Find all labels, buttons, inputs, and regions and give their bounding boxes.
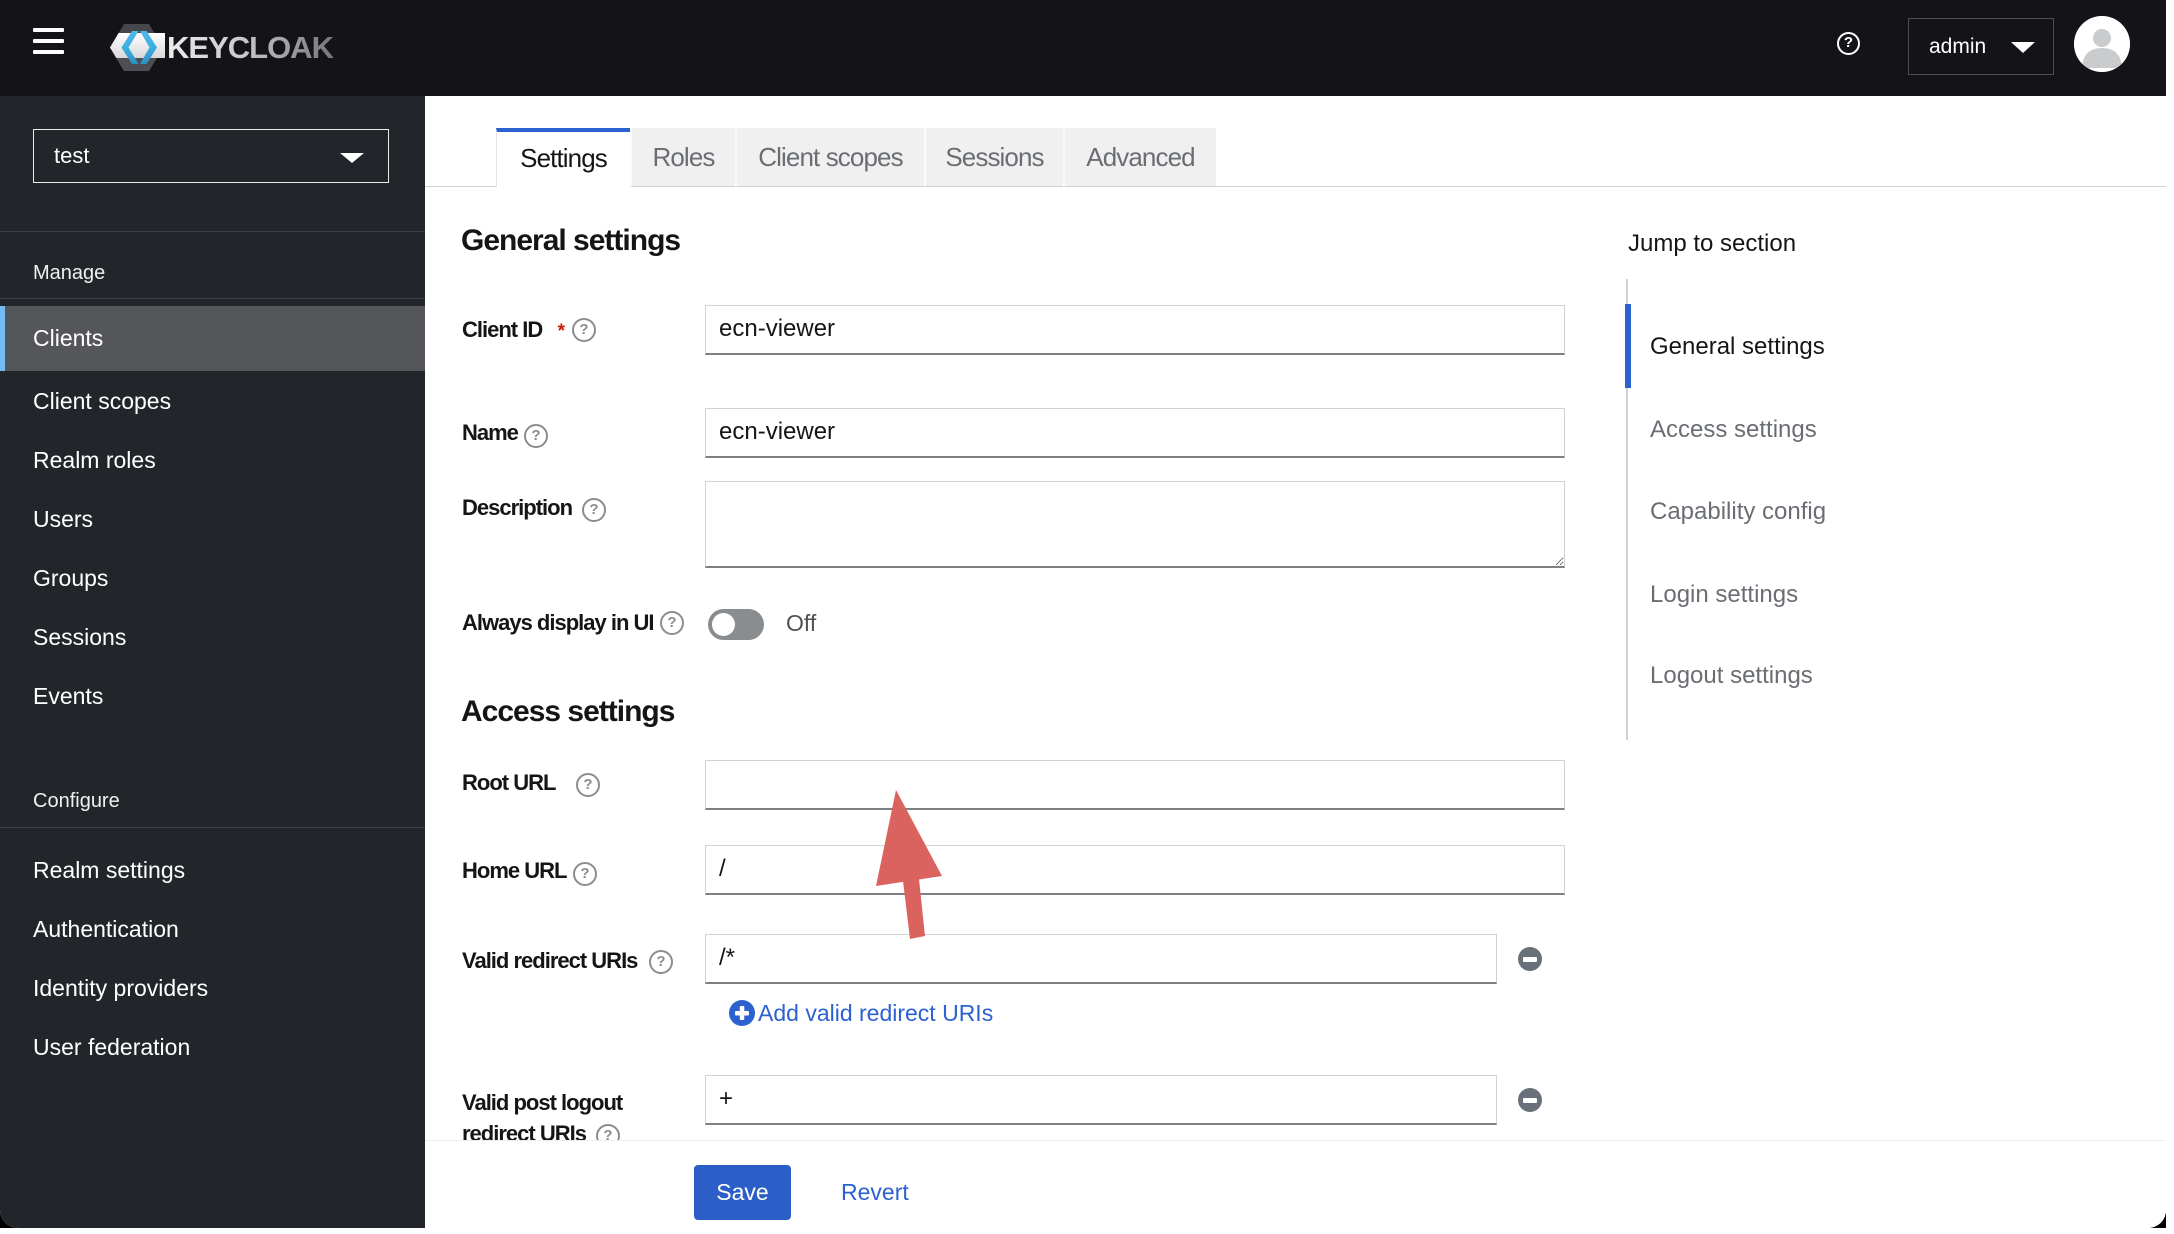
svg-text:KEYCLOAK: KEYCLOAK [167, 30, 335, 65]
